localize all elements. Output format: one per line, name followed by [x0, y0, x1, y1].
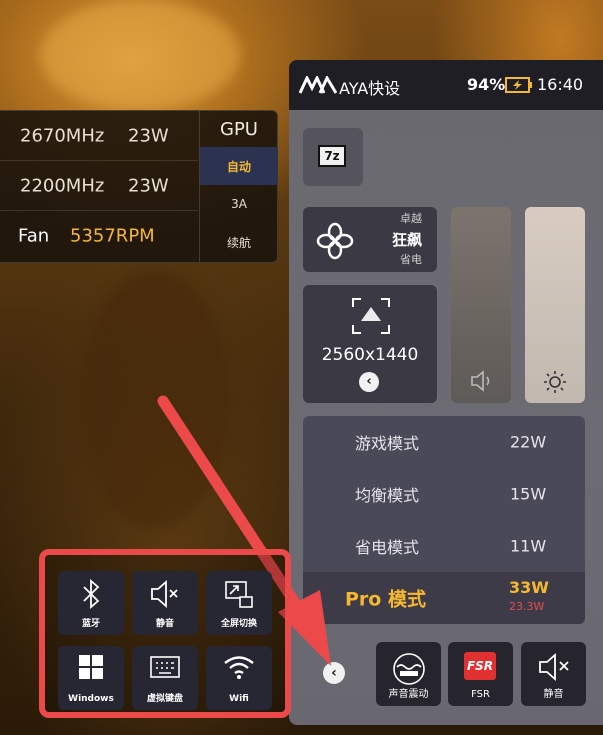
button-label: 蓝牙 — [81, 619, 100, 629]
wifi-icon — [224, 656, 254, 679]
button-label: 虚拟键盘 — [146, 694, 183, 704]
virtual-keyboard-button[interactable]: 虚拟键盘 — [132, 646, 198, 710]
keyboard-icon — [150, 656, 180, 678]
fullscreen-toggle-button[interactable]: 全屏切换 — [206, 571, 272, 635]
fullscreen-icon — [225, 581, 253, 608]
mute-icon — [151, 580, 178, 608]
mute-quick-button[interactable]: 静音 — [132, 571, 198, 635]
wifi-button[interactable]: Wifi — [206, 646, 272, 710]
windows-button[interactable]: Windows — [58, 646, 124, 710]
button-label: Wifi — [229, 694, 249, 704]
bluetooth-button[interactable]: 蓝牙 — [58, 571, 124, 635]
button-label: 静音 — [155, 619, 174, 629]
bluetooth-icon — [83, 579, 100, 609]
button-label: Windows — [68, 694, 114, 704]
windows-icon — [79, 655, 103, 679]
button-label: 全屏切换 — [220, 619, 257, 629]
